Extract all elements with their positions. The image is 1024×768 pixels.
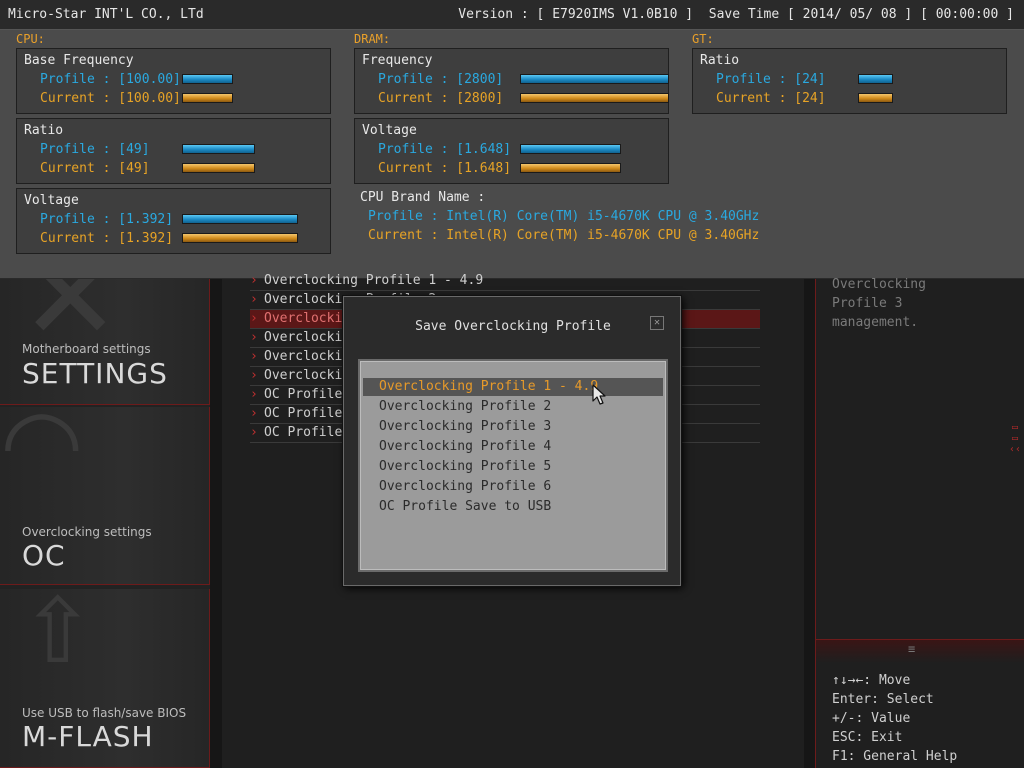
menu-mflash[interactable]: ⇧ Use USB to flash/save BIOS M-FLASH bbox=[0, 589, 210, 768]
menu-mflash-subtitle: Use USB to flash/save BIOS bbox=[22, 706, 187, 720]
dram-voltage-profile: Profile : [1.648] bbox=[378, 142, 512, 157]
dram-section-title: DRAM: bbox=[354, 32, 391, 46]
side-tab-icon[interactable]: ▭ ▭ ‹‹ bbox=[1006, 422, 1024, 468]
overclocking-info-panel: CPU: Base Frequency Profile : [100.00] C… bbox=[0, 30, 1024, 279]
gt-section-title: GT: bbox=[692, 32, 714, 46]
version-label: Version : [ E7920IMS V1.0B10 ] bbox=[458, 7, 694, 22]
cpu-voltage-profile-bar bbox=[182, 214, 298, 224]
profile-list-item-label: Overclocking Profile 1 - 4.9 bbox=[264, 273, 484, 288]
profile-list-item[interactable]: › Overclocking Profile 1 - 4.9 bbox=[250, 272, 760, 291]
gt-ratio-profile-bar bbox=[858, 74, 893, 84]
vendor-name: Micro-Star INT'L CO., LTd bbox=[8, 7, 204, 22]
dram-voltage-label: Voltage bbox=[362, 123, 417, 138]
cpu-ratio-label: Ratio bbox=[24, 123, 64, 138]
cpu-base-frequency-profile-bar bbox=[182, 74, 233, 84]
title-bar: Micro-Star INT'L CO., LTd Version : [ E7… bbox=[0, 0, 1024, 30]
cpu-ratio-profile: Profile : [49] bbox=[40, 142, 150, 157]
cpu-base-frequency-current-bar bbox=[182, 93, 233, 103]
help-panel: Overclocking Profile 3 management. ≡ ↑↓→… bbox=[815, 277, 1024, 768]
gt-ratio-label: Ratio bbox=[700, 53, 740, 68]
chevron-right-icon: › bbox=[250, 368, 258, 383]
profile-options-list: Overclocking Profile 1 - 4.9 Overclocking… bbox=[358, 359, 668, 572]
help-divider[interactable]: ≡ bbox=[816, 639, 1024, 663]
menu-oc[interactable]: ◠ Overclocking settings OC bbox=[0, 407, 210, 585]
menu-settings-subtitle: Motherboard settings bbox=[22, 342, 151, 356]
version-and-save-time: Version : [ E7920IMS V1.0B10 ] Save Time… bbox=[458, 7, 1014, 22]
profile-option[interactable]: Overclocking Profile 6 bbox=[363, 478, 663, 496]
gt-ratio-current-bar bbox=[858, 93, 893, 103]
dram-voltage-profile-bar bbox=[520, 144, 621, 154]
usb-icon: ⇧ bbox=[20, 589, 96, 684]
cpu-base-frequency-profile: Profile : [100.00] bbox=[40, 72, 181, 87]
profile-option[interactable]: OC Profile Save to USB bbox=[363, 498, 663, 516]
cpu-brand-current: Current : Intel(R) Core(TM) i5-4670K CPU… bbox=[368, 228, 760, 243]
dram-voltage-current-bar bbox=[520, 163, 621, 173]
profile-option[interactable]: Overclocking Profile 5 bbox=[363, 458, 663, 476]
chevron-right-icon: › bbox=[250, 406, 258, 421]
gt-ratio-current: Current : [24] bbox=[716, 91, 826, 106]
chevron-right-icon: › bbox=[250, 330, 258, 345]
dram-voltage-current: Current : [1.648] bbox=[378, 161, 512, 176]
cpu-ratio-current-bar bbox=[182, 163, 255, 173]
cpu-voltage-current: Current : [1.392] bbox=[40, 231, 174, 246]
chevron-right-icon: › bbox=[250, 273, 258, 288]
dram-frequency-current-bar bbox=[520, 93, 669, 103]
gt-ratio-box: Ratio Profile : [24] Current : [24] bbox=[692, 48, 1007, 114]
left-menu: ✕ Motherboard settings SETTINGS ◠ Overcl… bbox=[0, 279, 210, 768]
cpu-voltage-current-bar bbox=[182, 233, 298, 243]
gauge-icon: ◠ bbox=[0, 407, 84, 499]
cpu-section-title: CPU: bbox=[16, 32, 45, 46]
profile-option[interactable]: Overclocking Profile 2 bbox=[363, 398, 663, 416]
menu-oc-subtitle: Overclocking settings bbox=[22, 525, 152, 539]
key-legend: ↑↓→←: Move Enter: Select +/-: Value ESC:… bbox=[832, 673, 958, 764]
dram-frequency-box: Frequency Profile : [2800] Current : [28… bbox=[354, 48, 669, 114]
scroll-down-icon: ≡ bbox=[908, 642, 916, 656]
help-description: Overclocking Profile 3 management. bbox=[832, 277, 926, 330]
profile-option[interactable]: Overclocking Profile 3 bbox=[363, 418, 663, 436]
chevron-right-icon: › bbox=[250, 349, 258, 364]
profile-option[interactable]: Overclocking Profile 4 bbox=[363, 438, 663, 456]
chevron-right-icon: › bbox=[250, 292, 258, 307]
close-icon[interactable]: ✕ bbox=[650, 316, 664, 330]
cpu-brand-profile: Profile : Intel(R) Core(TM) i5-4670K CPU… bbox=[368, 209, 760, 224]
chevron-right-icon: › bbox=[250, 425, 258, 440]
profile-option[interactable]: Overclocking Profile 1 - 4.9 bbox=[363, 378, 663, 396]
cpu-brand-title: CPU Brand Name : bbox=[360, 190, 486, 205]
cpu-base-frequency-label: Base Frequency bbox=[24, 53, 134, 68]
save-profile-dialog: Save Overclocking Profile ✕ Overclocking… bbox=[343, 296, 681, 586]
cpu-base-frequency-current: Current : [100.00] bbox=[40, 91, 181, 106]
gt-ratio-profile: Profile : [24] bbox=[716, 72, 826, 87]
menu-mflash-title: M-FLASH bbox=[22, 720, 154, 753]
menu-settings[interactable]: ✕ Motherboard settings SETTINGS bbox=[0, 279, 210, 405]
dram-frequency-current: Current : [2800] bbox=[378, 91, 504, 106]
cpu-ratio-box: Ratio Profile : [49] Current : [49] bbox=[16, 118, 331, 184]
save-time: Save Time [ 2014/ 05/ 08 ] [ 00:00:00 ] bbox=[708, 7, 1014, 22]
menu-oc-title: OC bbox=[22, 539, 66, 572]
dram-frequency-profile-bar bbox=[520, 74, 669, 84]
chevron-right-icon: › bbox=[250, 311, 258, 326]
dialog-title: Save Overclocking Profile bbox=[415, 319, 611, 334]
cpu-ratio-current: Current : [49] bbox=[40, 161, 150, 176]
menu-settings-title: SETTINGS bbox=[22, 357, 168, 390]
cpu-ratio-profile-bar bbox=[182, 144, 255, 154]
dram-frequency-label: Frequency bbox=[362, 53, 433, 68]
cpu-base-frequency-box: Base Frequency Profile : [100.00] Curren… bbox=[16, 48, 331, 114]
dram-frequency-profile: Profile : [2800] bbox=[378, 72, 504, 87]
cpu-voltage-box: Voltage Profile : [1.392] Current : [1.3… bbox=[16, 188, 331, 254]
dram-voltage-box: Voltage Profile : [1.648] Current : [1.6… bbox=[354, 118, 669, 184]
cpu-voltage-profile: Profile : [1.392] bbox=[40, 212, 174, 227]
cpu-voltage-label: Voltage bbox=[24, 193, 79, 208]
chevron-right-icon: › bbox=[250, 387, 258, 402]
mouse-cursor-icon bbox=[592, 384, 606, 405]
